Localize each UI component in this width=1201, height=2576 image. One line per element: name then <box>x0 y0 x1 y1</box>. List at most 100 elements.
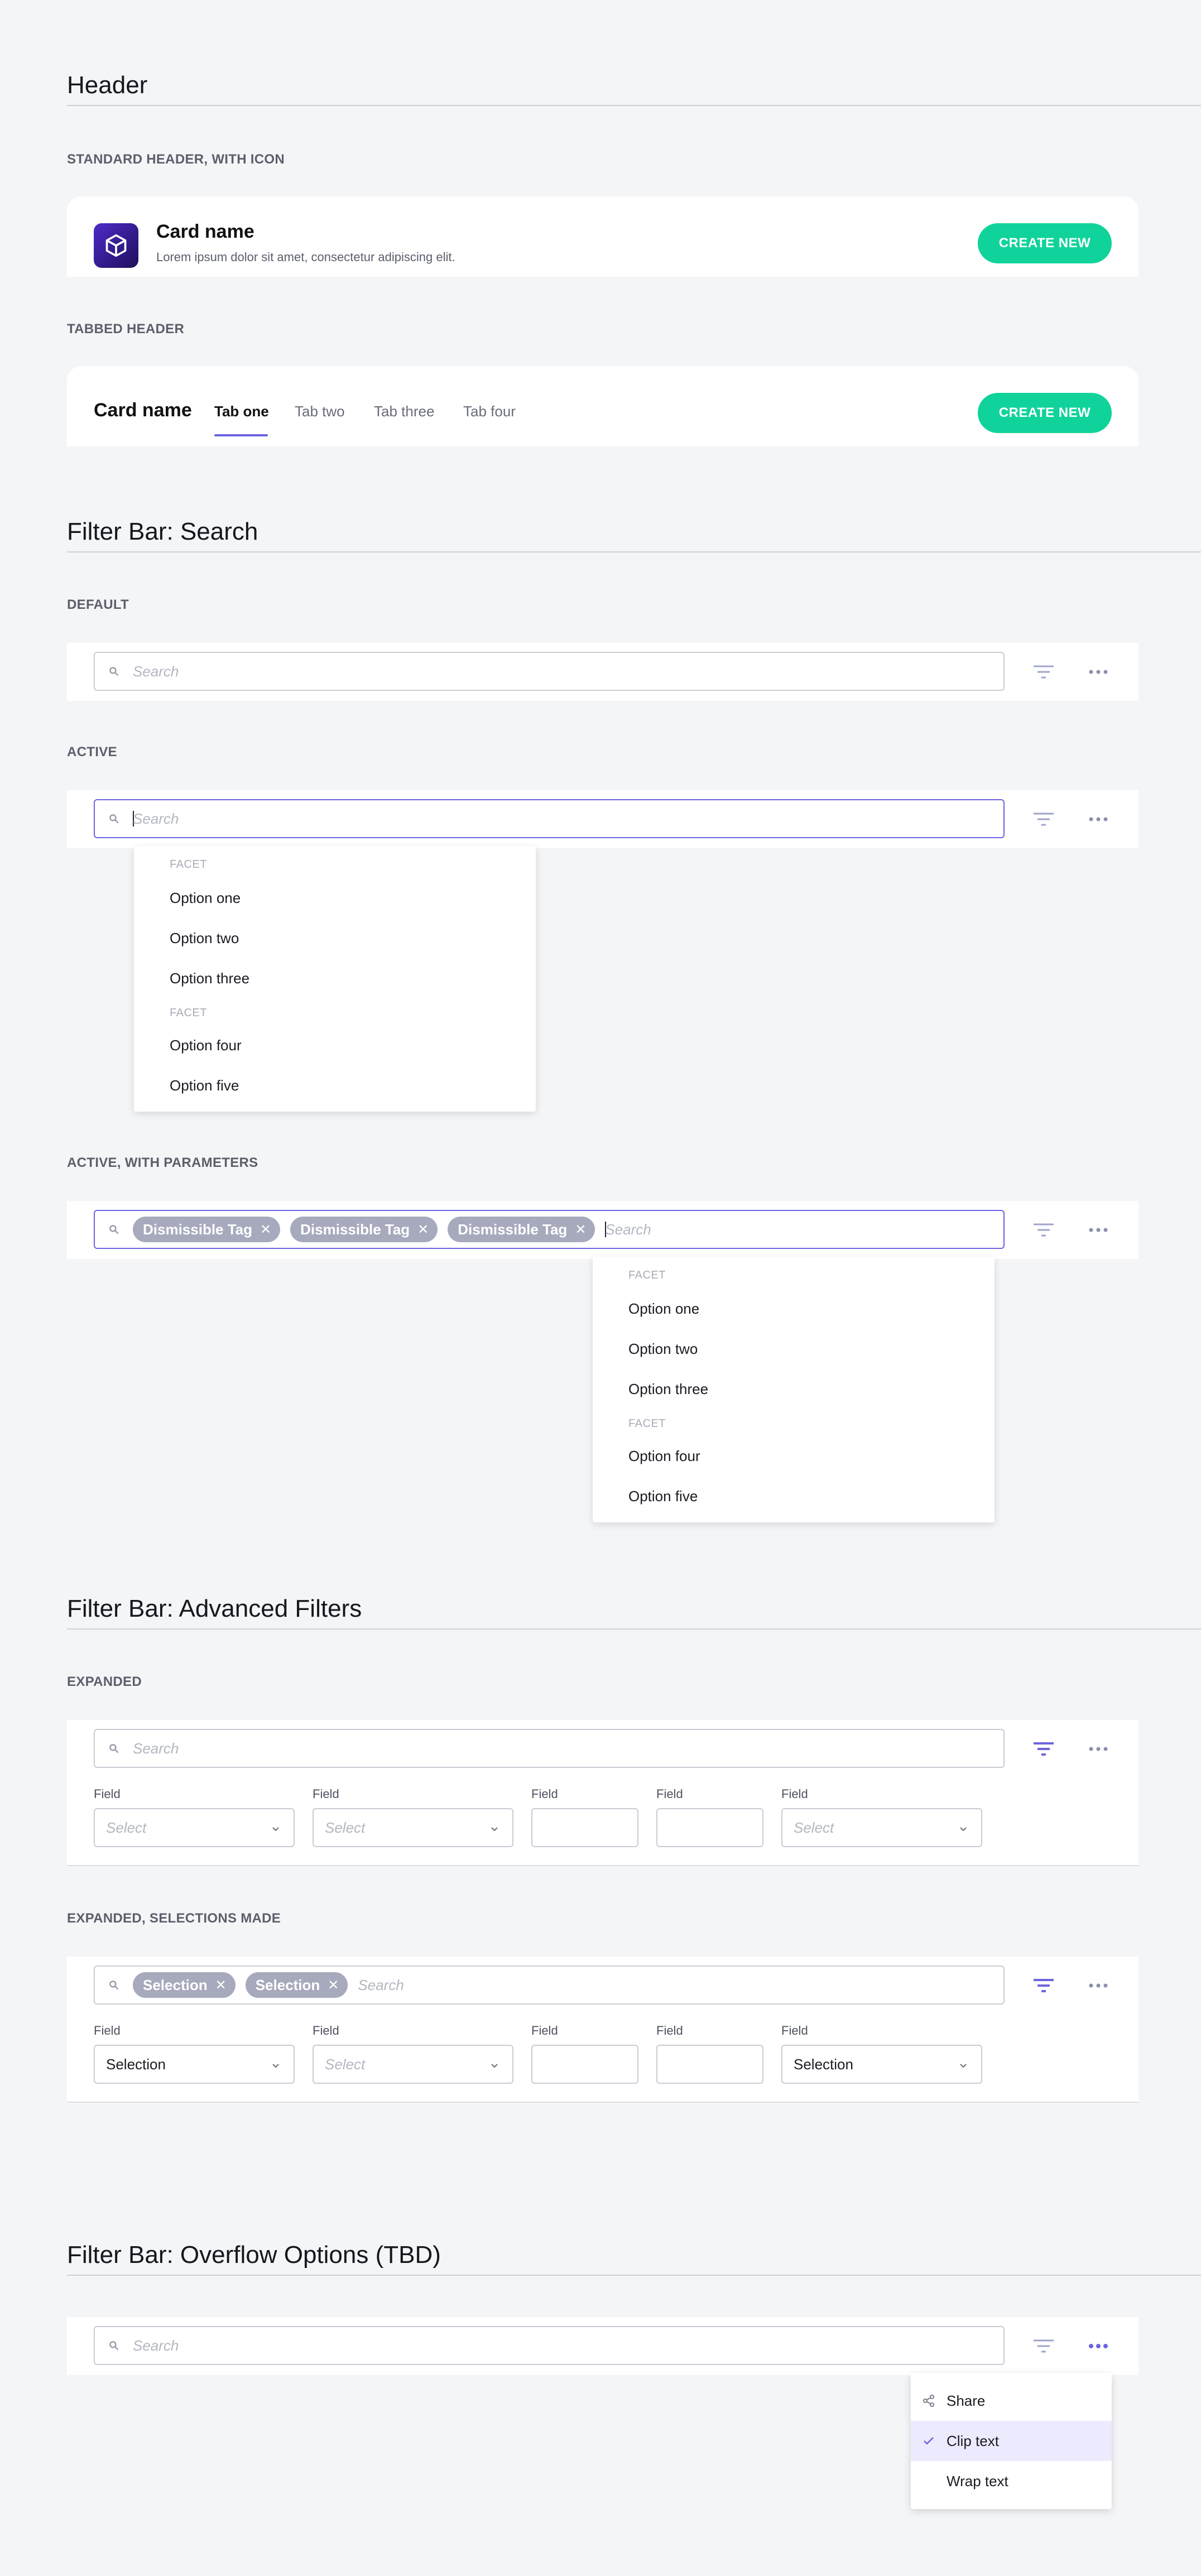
tab-three[interactable]: Tab three <box>374 403 434 420</box>
field-label: Field <box>531 1787 558 1801</box>
expanded-label: EXPANDED <box>67 1674 142 1689</box>
dropdown-option[interactable]: Option four <box>628 1448 700 1465</box>
section-divider <box>67 105 1201 106</box>
field-input[interactable] <box>531 1808 638 1847</box>
field-input[interactable] <box>656 1808 763 1847</box>
field-label: Field <box>313 1787 339 1801</box>
filter-bar-overflow: Search <box>67 2317 1138 2375</box>
more-options-icon[interactable] <box>1082 1213 1115 1247</box>
field-label: Field <box>781 1787 808 1801</box>
filter-icon[interactable] <box>1027 1213 1060 1247</box>
search-input[interactable]: Search <box>94 1729 1005 1768</box>
filter-bar-expanded: Search Field Select Field Select Field F… <box>67 1720 1138 1866</box>
create-new-button[interactable]: CREATE NEW <box>978 393 1112 433</box>
search-input[interactable]: Dismissible Tag ✕ Dismissible Tag ✕ Dismis… <box>94 1210 1005 1249</box>
menu-item-wrap-text[interactable]: Wrap text <box>911 2461 1112 2501</box>
dropdown-option[interactable]: Option five <box>628 1488 698 1505</box>
tab-four[interactable]: Tab four <box>463 403 516 420</box>
selection-tag[interactable]: Selection ✕ <box>133 1972 236 1998</box>
section-title-overflow: Filter Bar: Overflow Options (TBD) <box>67 2241 441 2269</box>
chevron-down-icon <box>270 2058 281 2075</box>
dropdown-option[interactable]: Option two <box>628 1340 698 1358</box>
share-icon <box>911 2394 947 2407</box>
filter-icon[interactable] <box>1027 2329 1060 2363</box>
close-icon[interactable]: ✕ <box>575 1222 586 1238</box>
tabbed-header-card: Card name Tab one Tab two Tab three Tab … <box>67 366 1138 446</box>
facet-header: FACET <box>170 1007 207 1019</box>
menu-item-share[interactable]: Share <box>911 2381 1112 2421</box>
field-select[interactable]: Selection <box>94 2045 295 2084</box>
field-select[interactable]: Select <box>94 1808 295 1847</box>
check-icon <box>911 2434 947 2448</box>
close-icon[interactable]: ✕ <box>328 1977 339 1993</box>
field-input[interactable] <box>531 2045 638 2084</box>
dropdown-option[interactable]: Option one <box>628 1300 699 1318</box>
field-select[interactable]: Select <box>781 1808 982 1847</box>
field-input[interactable] <box>656 2045 763 2084</box>
filter-icon[interactable] <box>1027 802 1060 836</box>
section-title-header: Header <box>67 71 148 99</box>
search-icon <box>95 666 133 677</box>
facet-header: FACET <box>628 1269 666 1281</box>
field-label: Field <box>313 2024 339 2037</box>
dropdown-option[interactable]: Option five <box>170 1077 239 1094</box>
filter-icon[interactable] <box>1027 1732 1060 1766</box>
filter-bar-expanded-selections: Selection ✕ Selection ✕ Search Field Selec… <box>67 1957 1138 2103</box>
card-description: Lorem ipsum dolor sit amet, consectetur … <box>156 250 455 264</box>
standard-header-label: STANDARD HEADER, WITH ICON <box>67 152 285 167</box>
tab-one[interactable]: Tab one <box>214 403 269 420</box>
search-placeholder: Search <box>133 1739 179 1757</box>
dropdown-option[interactable]: Option three <box>170 970 249 987</box>
section-title-advanced-filters: Filter Bar: Advanced Filters <box>67 1595 362 1622</box>
more-options-icon[interactable] <box>1082 655 1115 689</box>
close-icon[interactable]: ✕ <box>417 1222 429 1238</box>
chevron-down-icon <box>958 1822 969 1839</box>
menu-item-clip-text[interactable]: Clip text <box>911 2421 1112 2461</box>
dropdown-option[interactable]: Option four <box>170 1037 242 1054</box>
facet-dropdown: FACET Option one Option two Option three… <box>134 846 536 1112</box>
close-icon[interactable]: ✕ <box>260 1222 271 1238</box>
search-input[interactable]: Selection ✕ Selection ✕ Search <box>94 1965 1005 2005</box>
tabbed-header-label: TABBED HEADER <box>67 321 185 337</box>
active-tab-indicator <box>214 434 268 436</box>
dismissible-tag[interactable]: Dismissible Tag ✕ <box>448 1217 595 1242</box>
field-label: Field <box>531 2024 558 2037</box>
more-options-icon[interactable] <box>1082 1732 1115 1766</box>
dropdown-option[interactable]: Option three <box>628 1381 708 1398</box>
search-icon <box>95 813 133 824</box>
create-new-button[interactable]: CREATE NEW <box>978 223 1112 263</box>
search-input[interactable]: Search <box>94 652 1005 691</box>
dismissible-tag[interactable]: Dismissible Tag ✕ <box>133 1217 281 1242</box>
chevron-down-icon <box>489 2058 500 2075</box>
search-icon <box>95 1224 133 1235</box>
field-select[interactable]: Select <box>313 1808 513 1847</box>
active-label: ACTIVE <box>67 744 117 760</box>
filter-icon[interactable] <box>1027 655 1060 689</box>
filter-bar-active: Search <box>67 790 1138 848</box>
search-input[interactable]: Search <box>94 799 1005 838</box>
field-label: Field <box>781 2024 808 2037</box>
field-label: Field <box>656 2024 683 2037</box>
field-select[interactable]: Select <box>313 2045 513 2084</box>
standard-header-card: Card name Lorem ipsum dolor sit amet, co… <box>67 196 1138 277</box>
field-select[interactable]: Selection <box>781 2045 982 2084</box>
tab-two[interactable]: Tab two <box>295 403 345 420</box>
more-options-icon[interactable] <box>1082 802 1115 836</box>
selection-tag[interactable]: Selection ✕ <box>245 1972 348 1998</box>
more-options-icon[interactable] <box>1082 2329 1115 2363</box>
field-label: Field <box>94 1787 121 1801</box>
search-icon <box>95 1979 133 1991</box>
facet-dropdown: FACET Option one Option two Option three… <box>593 1257 995 1522</box>
filter-bar-default: Search <box>67 643 1138 701</box>
expanded-selections-label: EXPANDED, SELECTIONS MADE <box>67 1911 281 1926</box>
close-icon[interactable]: ✕ <box>215 1977 227 1993</box>
box-icon <box>94 223 138 268</box>
dropdown-option[interactable]: Option two <box>170 930 239 947</box>
dismissible-tag[interactable]: Dismissible Tag ✕ <box>290 1217 438 1242</box>
chevron-down-icon <box>958 2058 969 2075</box>
filter-icon[interactable] <box>1027 1969 1060 2002</box>
overflow-menu: Share Clip text Wrap text <box>911 2373 1112 2509</box>
search-input[interactable]: Search <box>94 2326 1005 2365</box>
dropdown-option[interactable]: Option one <box>170 890 241 907</box>
more-options-icon[interactable] <box>1082 1969 1115 2002</box>
